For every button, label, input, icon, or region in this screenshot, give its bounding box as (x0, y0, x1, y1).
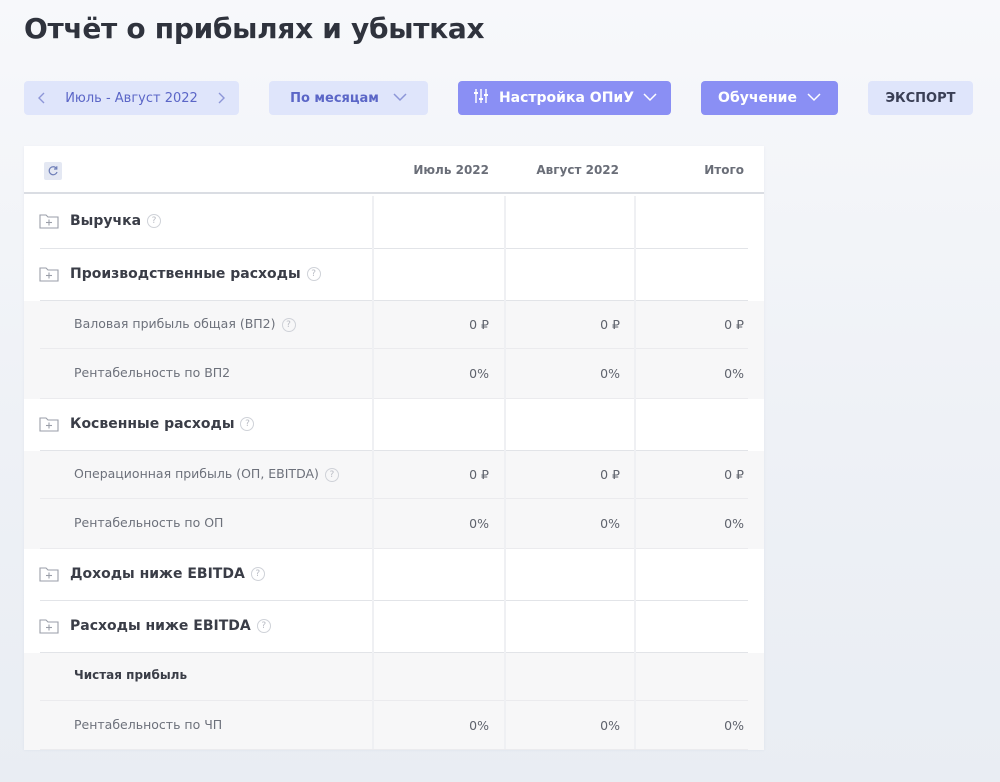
row-label-text: Косвенные расходы (70, 416, 235, 432)
group-row-label: Расходы ниже EBITDA? (70, 618, 271, 634)
pnl-settings-button[interactable]: Настройка ОПиУ (458, 81, 671, 115)
help-icon[interactable]: ? (306, 267, 321, 281)
table-row: Чистая прибыль (24, 653, 764, 701)
row-label: Операционная прибыль (ОП, EBITDA)? (74, 466, 339, 482)
refresh-icon[interactable] (44, 162, 62, 180)
row-label-text: Расходы ниже EBITDA (70, 618, 251, 634)
group-row[interactable]: Выручка? (24, 195, 764, 249)
folder-plus-icon[interactable] (39, 566, 59, 582)
cell-value: 0% (600, 366, 620, 381)
help-icon[interactable]: ? (281, 317, 296, 332)
column-divider (634, 196, 636, 749)
column-divider (504, 196, 506, 749)
group-row[interactable]: Доходы ниже EBITDA? (24, 549, 764, 601)
column-header-august: Август 2022 (536, 163, 619, 177)
cell-value: 0% (600, 516, 620, 531)
group-row[interactable]: Косвенные расходы? (24, 399, 764, 451)
help-icon[interactable]: ? (147, 214, 162, 228)
row-label: Валовая прибыль общая (ВП2)? (74, 316, 296, 332)
row-label-text: Операционная прибыль (ОП, EBITDA) (74, 466, 319, 481)
row-label-text: Валовая прибыль общая (ВП2) (74, 316, 276, 331)
help-icon[interactable]: ? (240, 417, 255, 431)
chevron-down-icon (807, 90, 821, 106)
group-row[interactable]: Расходы ниже EBITDA? (24, 601, 764, 653)
table-row: Рентабельность по ОП 0% 0% 0% (24, 499, 764, 549)
chevron-down-icon (393, 91, 407, 106)
help-icon[interactable]: ? (256, 619, 271, 633)
column-header-total: Итого (704, 163, 744, 177)
table-row: Валовая прибыль общая (ВП2)? 0 ₽ 0 ₽ 0 ₽ (24, 301, 764, 349)
group-row-label: Доходы ниже EBITDA? (70, 566, 265, 582)
folder-plus-icon[interactable] (39, 266, 59, 282)
help-icon[interactable]: ? (324, 467, 339, 482)
cell-value: 0% (724, 718, 744, 733)
row-label-text: Доходы ниже EBITDA (70, 566, 245, 582)
row-divider (40, 749, 748, 750)
row-label-text: Чистая прибыль (74, 668, 188, 682)
row-label-text: Рентабельность по ЧП (74, 717, 223, 732)
grouping-label: По месяцам (290, 90, 379, 106)
cell-value: 0 ₽ (600, 467, 620, 482)
row-label-text: Рентабельность по ВП2 (74, 365, 231, 380)
group-row-label: Косвенные расходы? (70, 416, 255, 432)
column-divider (372, 196, 374, 749)
page-title: Отчёт о прибылях и убытках (24, 12, 485, 45)
cell-value: 0% (469, 516, 489, 531)
folder-plus-icon[interactable] (39, 416, 59, 432)
chevron-right-icon[interactable] (211, 88, 231, 108)
grouping-dropdown[interactable]: По месяцам (269, 81, 428, 115)
period-selector[interactable]: Июль - Август 2022 (24, 81, 239, 115)
pnl-settings-label: Настройка ОПиУ (498, 90, 635, 106)
table-row: Рентабельность по ВП2 0% 0% 0% (24, 349, 764, 399)
row-label: Чистая прибыль (74, 668, 187, 682)
table-header: Июль 2022 Август 2022 Итого (24, 146, 764, 194)
row-label-text: Производственные расходы (70, 266, 301, 282)
cell-value: 0% (469, 366, 489, 381)
cell-value: 0 ₽ (724, 317, 744, 332)
group-row[interactable]: Производственные расходы? (24, 249, 764, 301)
cell-value: 0 ₽ (469, 467, 489, 482)
group-row-label: Производственные расходы? (70, 266, 321, 282)
folder-plus-icon[interactable] (39, 213, 59, 229)
help-icon[interactable]: ? (250, 567, 265, 581)
cell-value: 0 ₽ (724, 467, 744, 482)
group-row-label: Выручка? (70, 213, 162, 229)
period-label: Июль - Август 2022 (65, 90, 198, 106)
learning-button[interactable]: Обучение (701, 81, 838, 115)
table-row: Рентабельность по ЧП 0% 0% 0% (24, 701, 764, 750)
column-header-july: Июль 2022 (413, 163, 489, 177)
chevron-down-icon (643, 90, 657, 106)
cell-value: 0 ₽ (600, 317, 620, 332)
table-row: Операционная прибыль (ОП, EBITDA)? 0 ₽ 0 ₽… (24, 451, 764, 499)
folder-plus-icon[interactable] (39, 618, 59, 634)
cell-value: 0 ₽ (469, 317, 489, 332)
row-label-text: Выручка (70, 213, 142, 229)
cell-value: 0% (469, 718, 489, 733)
export-button[interactable]: ЭКСПОРТ (868, 81, 973, 115)
chevron-left-icon[interactable] (32, 88, 52, 108)
cell-value: 0% (724, 366, 744, 381)
cell-value: 0% (724, 516, 744, 531)
row-label: Рентабельность по ЧП (74, 717, 222, 732)
sliders-icon (472, 87, 490, 109)
cell-value: 0% (600, 718, 620, 733)
row-label-text: Рентабельность по ОП (74, 515, 224, 530)
row-label: Рентабельность по ВП2 (74, 365, 230, 380)
learning-label: Обучение (718, 90, 797, 106)
pnl-table: Июль 2022 Август 2022 Итого Выручка? Прои… (24, 146, 764, 750)
row-label: Рентабельность по ОП (74, 515, 223, 530)
